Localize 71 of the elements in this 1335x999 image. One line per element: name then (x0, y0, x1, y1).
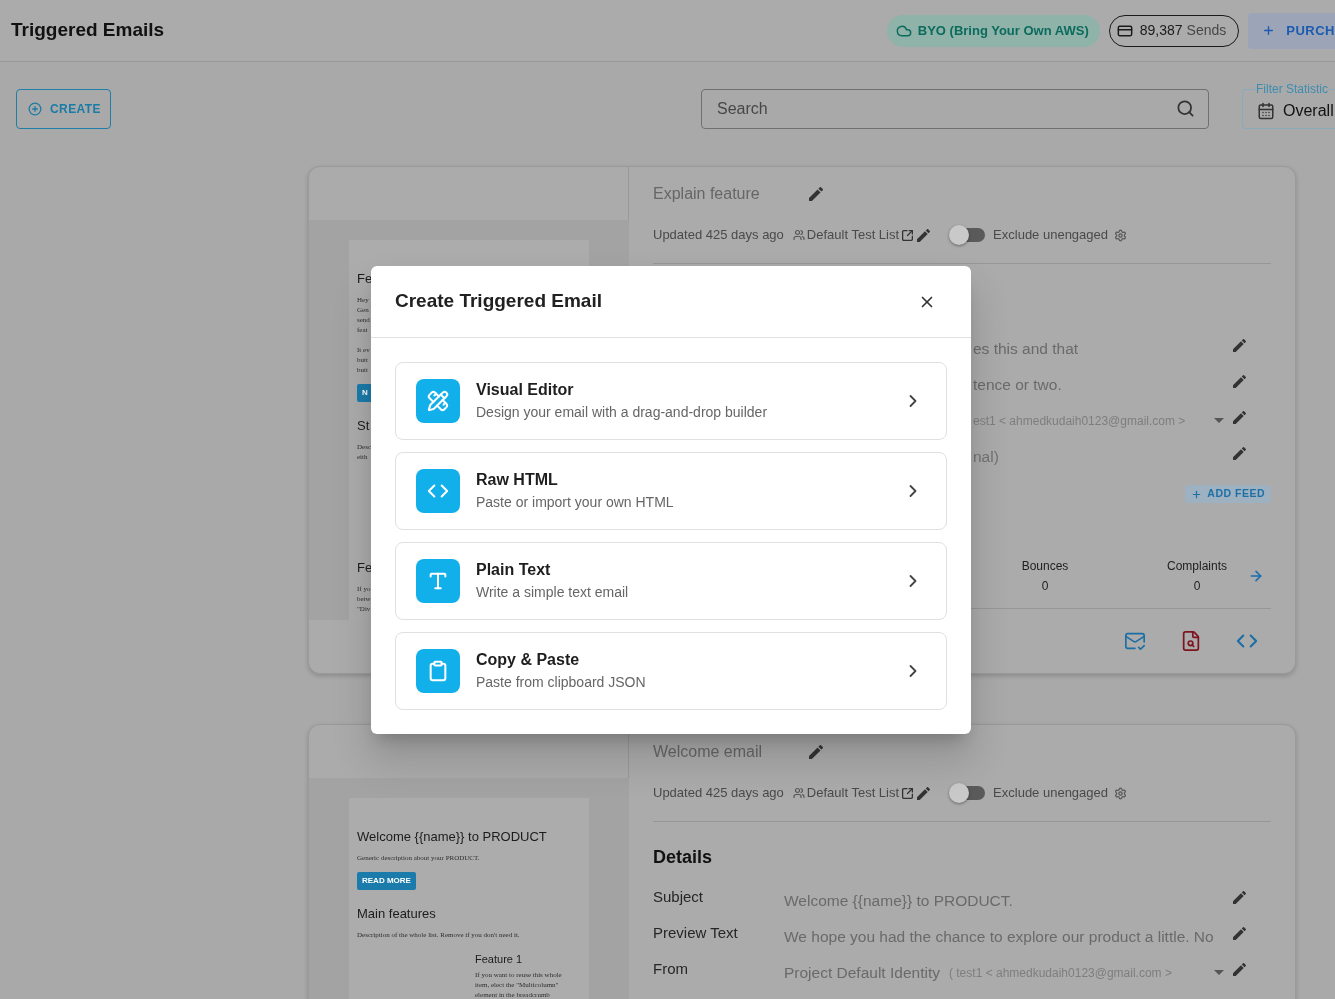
updated-text: Updated 425 days ago (653, 784, 784, 803)
template-name: Welcome email (653, 742, 763, 762)
preview-heading: Welcome {{name}} to PRODUCT (357, 829, 547, 845)
plus-icon (1262, 24, 1276, 37)
edit-icon[interactable] (1233, 446, 1246, 460)
plus-circle-icon (28, 102, 42, 116)
add-feed-button[interactable]: ADD FEED (1185, 485, 1271, 503)
preview-heading: Feature 1 (475, 952, 523, 966)
create-button[interactable]: CREATE (16, 89, 111, 129)
details-heading: Details (653, 845, 713, 869)
plus-icon (1191, 488, 1203, 500)
edit-icon[interactable] (809, 745, 823, 759)
toggle-label: Exclude unengaged (993, 226, 1109, 245)
calendar-icon (1257, 102, 1275, 120)
search-icon[interactable] (1176, 99, 1195, 118)
field-label: Subject (653, 886, 704, 907)
page-title: Triggered Emails (11, 18, 165, 43)
preview-button[interactable]: READ MORE (357, 872, 416, 890)
settings-icon[interactable] (1114, 228, 1128, 242)
stat-value: 0 (1193, 578, 1201, 595)
pencil-ruler-icon (416, 379, 460, 423)
filter-select[interactable]: Filter Statistic Overall (1242, 82, 1335, 129)
option-card[interactable]: Copy & Paste Paste from clipboard JSON (395, 632, 947, 710)
edit-icon[interactable] (1233, 410, 1246, 424)
option-card[interactable]: Raw HTML Paste or import your own HTML (395, 452, 947, 530)
settings-icon[interactable] (1114, 786, 1128, 800)
text-icon (416, 559, 460, 603)
document-search-icon[interactable] (1180, 630, 1202, 652)
clipboard-icon (416, 649, 460, 693)
caret-icon (1214, 970, 1224, 975)
sends-count: 89,387 (1139, 21, 1183, 40)
text-field[interactable]: Welcome {{name}} to PRODUCT. (784, 888, 1228, 913)
edit-icon[interactable] (1233, 926, 1246, 940)
group-icon (792, 229, 805, 241)
stat-label: Complaints (1167, 558, 1227, 575)
stat-value: 0 (1041, 578, 1049, 595)
edit-icon[interactable] (1233, 374, 1246, 388)
edit-icon[interactable] (809, 187, 823, 201)
modal-title: Create Triggered Email (395, 289, 602, 314)
edit-icon[interactable] (917, 786, 931, 800)
edit-icon[interactable] (1233, 890, 1246, 904)
group-icon (792, 787, 805, 799)
purchase-button[interactable]: PURCH (1248, 12, 1335, 49)
text-field[interactable]: We hope you had the chance to explore our product a little. No (784, 924, 1228, 949)
text-field[interactable]: es this and that (973, 336, 1228, 361)
list-link[interactable]: Default Test List (806, 225, 900, 245)
stat-label: Bounces (1021, 558, 1069, 575)
toggle-label: Exclude unengaged (993, 784, 1109, 803)
preview-heading: Fe (357, 560, 373, 576)
preview-heading: Main features (357, 906, 436, 922)
updated-text: Updated 425 days ago (653, 226, 784, 245)
template-name: Explain feature (653, 184, 760, 204)
external-link-icon[interactable] (901, 786, 915, 800)
caret-icon (1214, 418, 1224, 423)
byo-label: BYO (Bring Your Own AWS) (917, 21, 1089, 40)
field-label: Preview Text (653, 922, 738, 943)
search-field[interactable]: Search (701, 89, 1209, 129)
list-link[interactable]: Default Test List (806, 783, 900, 803)
option-card[interactable]: Plain Text Write a simple text email (395, 542, 947, 620)
option-card[interactable]: Visual Editor Design your email with a drag-and-drop builder (395, 362, 947, 440)
code-icon (416, 469, 460, 513)
edit-icon[interactable] (1233, 962, 1246, 976)
edit-icon[interactable] (1233, 338, 1246, 352)
edit-icon[interactable] (917, 228, 931, 242)
sends-label: Sends (1186, 21, 1227, 40)
preview-heading: Fe (357, 271, 373, 287)
field-label: From (653, 958, 688, 979)
text-field[interactable]: tence or two. (973, 372, 1228, 397)
mail-check-icon[interactable] (1124, 630, 1146, 652)
preview-heading: St (357, 418, 370, 434)
external-link-icon[interactable] (901, 228, 915, 242)
